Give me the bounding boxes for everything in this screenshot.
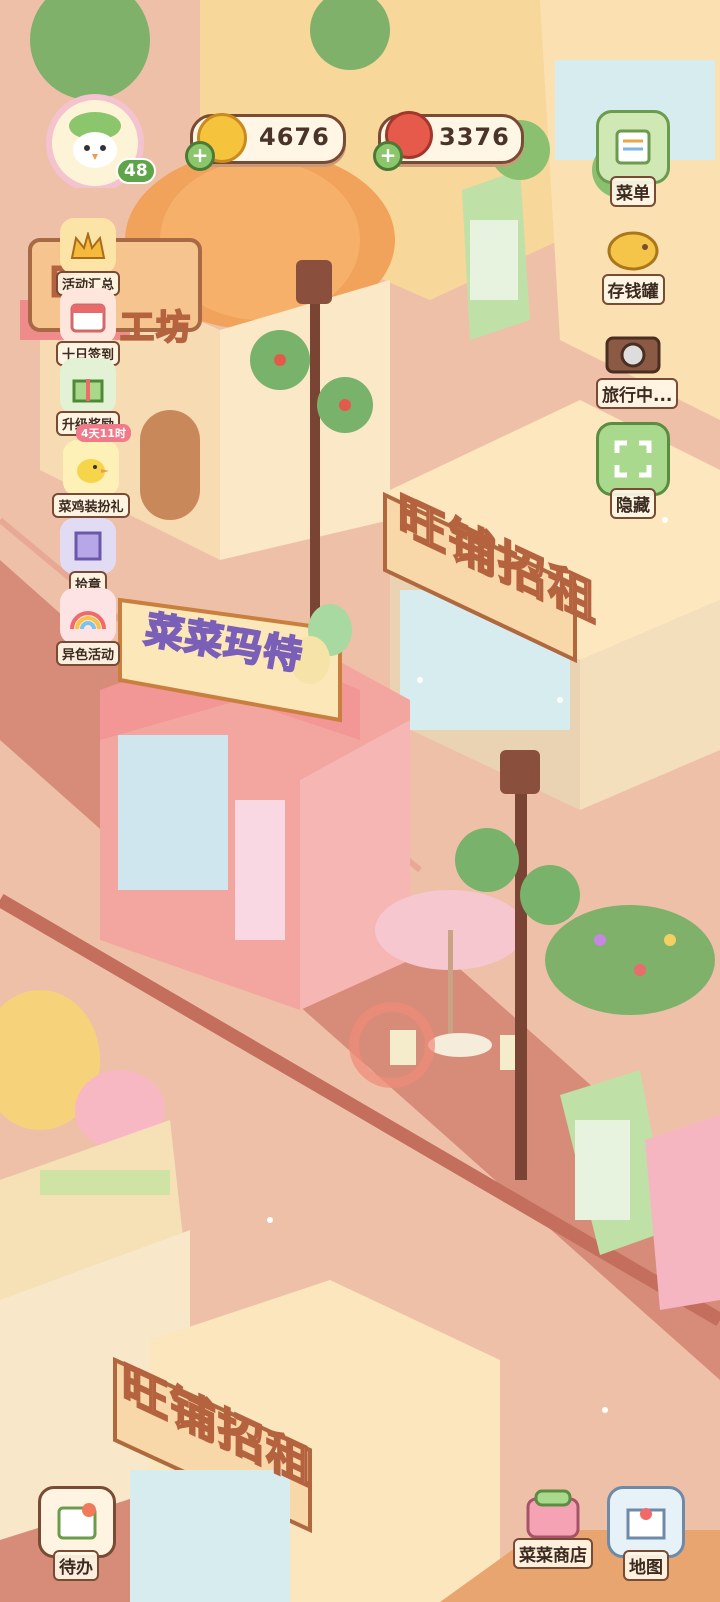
calendar-icon (60, 288, 116, 344)
collect-stamp-button[interactable]: 拾章 (52, 518, 124, 596)
event-summary-button[interactable]: 活动汇总 (52, 218, 124, 296)
add-radish-button[interactable]: + (373, 141, 403, 171)
gift-icon (60, 358, 116, 414)
piggy-bank-label: 存钱罐 (601, 274, 665, 305)
shop-bag-icon (517, 1480, 589, 1546)
player-avatar[interactable]: 48 (40, 88, 156, 192)
color-event-button[interactable]: 异色活动 (52, 588, 124, 666)
map-button[interactable]: 地图 (606, 1486, 686, 1581)
stamp-icon (60, 518, 116, 574)
todo-icon (38, 1486, 116, 1558)
traveling-label: 旅行中... (596, 378, 679, 409)
caicai-shop-label: 菜菜商店 (513, 1538, 593, 1569)
todo-button[interactable]: 待办 (38, 1486, 116, 1581)
duck-icon (63, 440, 119, 496)
color-event-label: 异色活动 (55, 641, 120, 666)
piggy-bank-icon (599, 214, 667, 282)
map-label: 地图 (623, 1550, 669, 1581)
menu-button[interactable]: 菜单 (596, 110, 670, 207)
radish-counter[interactable]: + 3376 (373, 111, 524, 171)
costume-gift-label: 菜鸡装扮礼 (52, 493, 130, 518)
caicai-shop-button[interactable]: 菜菜商店 (508, 1480, 598, 1569)
radish-value: 3376 (439, 123, 510, 151)
rainbow-icon (60, 588, 116, 644)
player-level-badge: 48 (116, 158, 156, 184)
costume-gift-timer: 4天11时 (76, 424, 131, 442)
hide-icon (596, 422, 670, 496)
map-icon (607, 1486, 685, 1558)
workshop-sign: 工坊 (119, 307, 192, 349)
hide-ui-button[interactable]: 隐藏 (596, 422, 670, 519)
coin-counter[interactable]: + 4676 (185, 113, 346, 171)
menu-icon (596, 110, 670, 184)
todo-label: 待办 (53, 1550, 99, 1581)
add-coins-button[interactable]: + (185, 141, 215, 171)
camera-icon (599, 318, 667, 386)
crown-icon (60, 218, 116, 274)
piggy-bank-button[interactable]: 存钱罐 (596, 214, 670, 305)
coin-value: 4676 (259, 123, 330, 151)
hide-ui-label: 隐藏 (610, 488, 656, 519)
menu-label: 菜单 (610, 176, 656, 207)
costume-gift-button[interactable]: 4天11时 菜鸡装扮礼 (46, 424, 136, 518)
traveling-button[interactable]: 旅行中... (596, 318, 679, 409)
ten-day-signin-button[interactable]: 十日签到 (52, 288, 124, 366)
